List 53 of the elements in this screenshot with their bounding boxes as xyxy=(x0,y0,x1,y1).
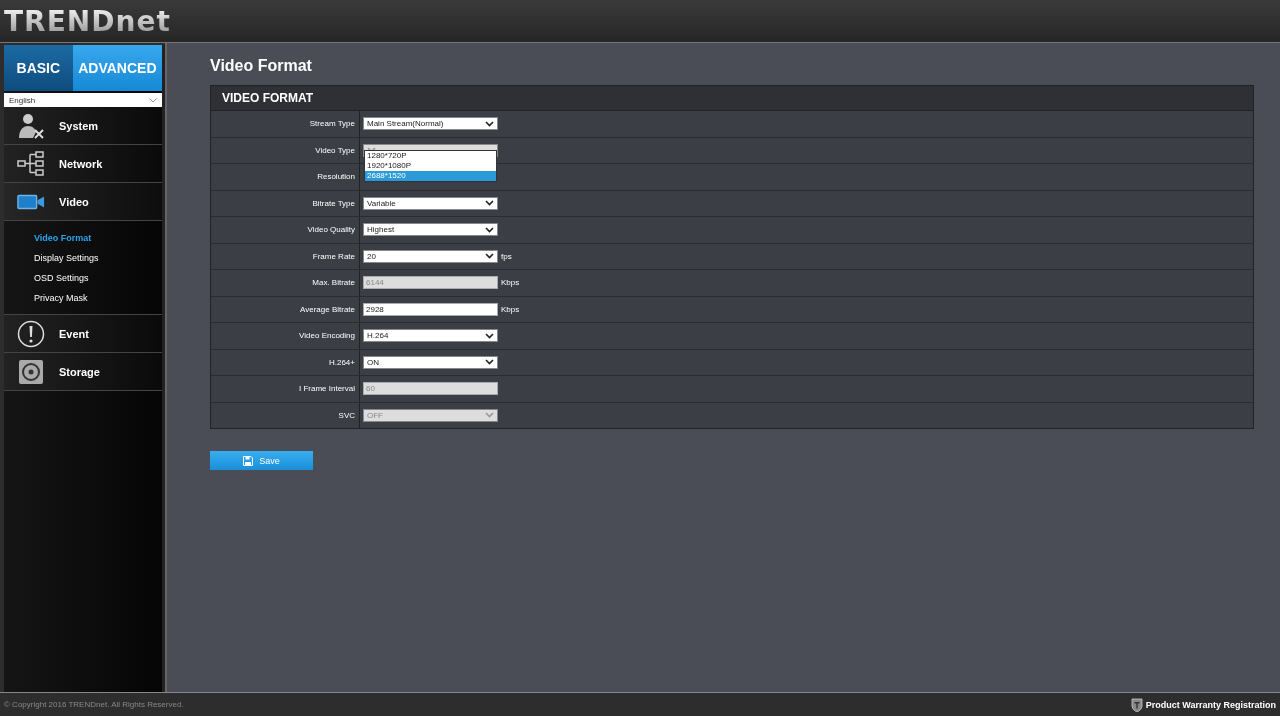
nav-item[interactable]: Network xyxy=(4,145,162,183)
network-tree-icon xyxy=(17,149,45,178)
caret-icon xyxy=(485,359,494,366)
exclamation-icon xyxy=(17,319,45,348)
field-label: Video Encoding xyxy=(211,323,360,349)
field-label: I Frame Interval xyxy=(211,376,360,402)
field-label: Resolution xyxy=(211,164,360,190)
field-label: Average Bitrate xyxy=(211,296,360,322)
field-label: Frame Rate xyxy=(211,243,360,269)
panel-title: VIDEO FORMAT xyxy=(211,86,1253,111)
nav-item[interactable]: System xyxy=(4,107,162,145)
person-tools-icon xyxy=(17,111,45,140)
shield-icon xyxy=(1130,697,1143,712)
field-label: Bitrate Type xyxy=(211,190,360,216)
tab[interactable]: BASIC xyxy=(4,45,73,91)
caret-icon xyxy=(485,332,494,339)
unit-label: Kbps xyxy=(501,278,520,288)
input-field: 60 xyxy=(363,382,498,396)
field-label: SVC xyxy=(211,402,360,428)
nav-item[interactable]: Video xyxy=(4,183,162,221)
field-label: Video Type xyxy=(211,137,360,163)
input-field: 6144 xyxy=(363,276,498,290)
submenu-item[interactable]: Display Settings xyxy=(34,251,162,266)
nav-item[interactable]: Event xyxy=(4,315,162,353)
dropdown[interactable]: Variable xyxy=(363,196,498,210)
dropdown[interactable]: ON xyxy=(363,355,498,369)
language-select[interactable]: English xyxy=(4,93,162,107)
caret-icon xyxy=(485,120,494,127)
caret-icon xyxy=(485,200,494,207)
dropdown[interactable]: H.264 xyxy=(363,329,498,343)
unit-label: fps xyxy=(501,251,512,261)
dropdown[interactable]: Main Stream(Normal) xyxy=(363,117,498,131)
unit-label: Kbps xyxy=(501,304,520,314)
caret-icon xyxy=(149,97,157,103)
input-field[interactable]: 2928 xyxy=(363,302,498,316)
warranty-link[interactable]: Product Warranty Registration xyxy=(1145,699,1276,710)
field-label: Max. Bitrate xyxy=(211,270,360,296)
floppy-icon xyxy=(243,455,254,466)
submenu-item[interactable]: Privacy Mask xyxy=(34,291,162,306)
dropdown[interactable]: 20 xyxy=(363,249,498,263)
caret-icon xyxy=(485,253,494,260)
field-label: H.264+ xyxy=(211,349,360,375)
nav-item[interactable]: Storage xyxy=(4,353,162,391)
page-title: Video Format xyxy=(210,57,312,75)
submenu-item[interactable]: OSD Settings xyxy=(34,271,162,286)
field-label: Stream Type xyxy=(211,111,360,137)
caret-icon xyxy=(485,412,494,419)
dropdown: OFF xyxy=(363,408,498,422)
copyright-text: © Copyright 2016 TRENDnet. All Rights Reserved. xyxy=(4,700,184,709)
submenu-item[interactable]: Video Format xyxy=(34,231,162,246)
caret-icon xyxy=(485,226,494,233)
dropdown[interactable]: Highest xyxy=(363,223,498,237)
field-label: Video Quality xyxy=(211,217,360,243)
